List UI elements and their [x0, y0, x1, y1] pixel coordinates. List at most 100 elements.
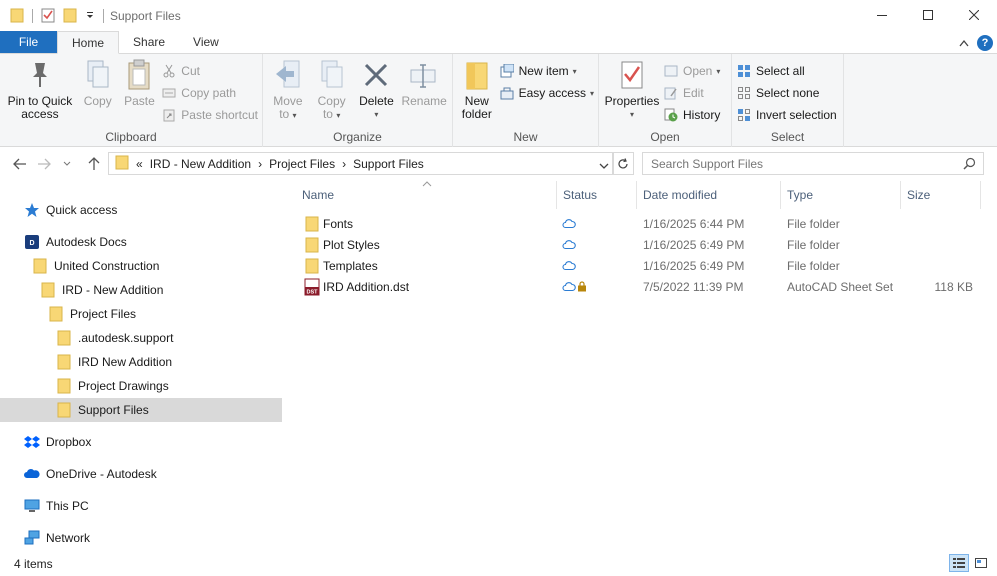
nav-item-onedrive[interactable]: OneDrive - Autodesk: [0, 462, 282, 486]
select-none-label: Select none: [756, 86, 820, 100]
column-divider[interactable]: [980, 181, 981, 209]
dropbox-icon: [24, 434, 40, 450]
back-button[interactable]: [8, 152, 32, 176]
edit-icon: [663, 85, 679, 101]
delete-label: Delete: [359, 94, 394, 108]
scissors-icon: [161, 63, 177, 79]
history-button[interactable]: History: [663, 105, 720, 125]
nav-item-quick-access[interactable]: Quick access: [0, 198, 282, 222]
breadcrumb-separator[interactable]: ›: [258, 157, 262, 171]
tab-share[interactable]: Share: [119, 31, 179, 53]
column-header-type[interactable]: Type: [775, 181, 895, 209]
column-header-size[interactable]: Size: [895, 181, 975, 209]
pc-icon: [24, 498, 40, 514]
open-group-label: Open: [650, 130, 680, 144]
nav-item-autodesk-docs[interactable]: D Autodesk Docs: [0, 230, 282, 254]
clipboard-group-label: Clipboard: [105, 130, 157, 144]
cut-button[interactable]: Cut: [161, 61, 258, 81]
copy-path-icon: [161, 85, 177, 101]
breadcrumb-project-files[interactable]: Project Files: [269, 157, 335, 171]
up-button[interactable]: [82, 152, 106, 176]
overflow-crumb[interactable]: «: [136, 157, 143, 171]
file-row-plot-styles[interactable]: Plot Styles 1/16/2025 6:49 PM File folde…: [290, 234, 990, 255]
close-button[interactable]: [951, 0, 997, 30]
file-row-templates[interactable]: Templates 1/16/2025 6:49 PM File folder: [290, 255, 990, 276]
paste-shortcut-icon: [161, 107, 177, 123]
nav-item-autodesk-support[interactable]: .autodesk.support: [0, 326, 282, 350]
breadcrumb-support-files[interactable]: Support Files: [353, 157, 424, 171]
tab-view[interactable]: View: [179, 31, 233, 53]
tab-home[interactable]: Home: [57, 31, 120, 54]
nav-label: Project Drawings: [78, 379, 169, 393]
edit-button[interactable]: Edit: [663, 83, 720, 103]
breadcrumb-ird-new-addition[interactable]: IRD - New Addition: [150, 157, 251, 171]
nav-label: United Construction: [54, 259, 160, 273]
nav-item-network[interactable]: Network: [0, 526, 282, 550]
column-header-name[interactable]: Name: [290, 181, 556, 209]
select-all-button[interactable]: Select all: [736, 61, 837, 81]
easy-access-button[interactable]: Easy access ▾: [499, 83, 594, 103]
column-header-status[interactable]: Status: [551, 181, 631, 209]
new-item-label: New item: [518, 64, 569, 78]
nav-item-support-files[interactable]: Support Files: [0, 398, 282, 422]
nav-item-this-pc[interactable]: This PC: [0, 494, 282, 518]
new-folder-icon: [461, 58, 493, 92]
select-none-icon: [736, 85, 752, 101]
minimize-button[interactable]: [859, 0, 905, 30]
file-list: Name Status Date modified Type Size Font…: [290, 181, 997, 548]
delete-caret-icon: ▾: [374, 110, 379, 119]
copy-path-button[interactable]: Copy path: [161, 83, 258, 103]
cloud-icon: [562, 255, 576, 276]
paste-shortcut-button[interactable]: Paste shortcut: [161, 105, 258, 125]
new-group: New folder New item ▾ Easy access ▾ New: [453, 54, 599, 147]
forward-button[interactable]: [32, 152, 56, 176]
nav-label: .autodesk.support: [78, 331, 174, 345]
properties-check-icon[interactable]: [41, 7, 55, 26]
breadcrumb-separator[interactable]: ›: [342, 157, 346, 171]
file-size: 118 KB: [934, 279, 973, 294]
file-name[interactable]: Plot Styles: [323, 234, 380, 255]
file-name[interactable]: IRD Addition.dst: [323, 276, 409, 297]
invert-selection-button[interactable]: Invert selection: [736, 105, 837, 125]
item-count: 4 items: [14, 557, 53, 571]
file-row-ird-addition-dst[interactable]: DST IRD Addition.dst 7/5/2022 11:39 PM A…: [290, 276, 990, 297]
address-dropdown-icon[interactable]: [599, 159, 609, 173]
select-none-button[interactable]: Select none: [736, 83, 837, 103]
nav-item-project-files[interactable]: Project Files: [0, 302, 282, 326]
cloud-icon: [562, 234, 576, 255]
properties-caret-icon: ▾: [629, 110, 634, 119]
large-icons-view-button[interactable]: [971, 554, 991, 572]
address-bar[interactable]: « IRD - New Addition › Project Files › S…: [108, 152, 614, 175]
file-name[interactable]: Fonts: [323, 213, 353, 234]
search-icon: [963, 157, 976, 173]
nav-item-ird-new-addition-sub[interactable]: IRD New Addition: [0, 350, 282, 374]
details-view-button[interactable]: [949, 554, 969, 572]
nav-item-united-construction[interactable]: United Construction: [0, 254, 282, 278]
column-header-date-modified[interactable]: Date modified: [631, 181, 775, 209]
open-button[interactable]: Open ▾: [663, 61, 720, 81]
pin-label-2: access: [21, 107, 59, 121]
new-folder-icon[interactable]: [63, 7, 77, 26]
properties-label: Properties: [604, 94, 660, 108]
nav-label: Quick access: [46, 203, 118, 217]
history-label: History: [683, 108, 721, 122]
organize-group: Move to ▾ Copy to ▾ Delete ▾ Rename Orga…: [263, 54, 453, 147]
new-item-button[interactable]: New item ▾: [499, 61, 594, 81]
recent-locations-button[interactable]: [60, 152, 74, 176]
nav-item-project-drawings[interactable]: Project Drawings: [0, 374, 282, 398]
nav-item-ird-new-addition[interactable]: IRD - New Addition: [0, 278, 282, 302]
nav-item-dropbox[interactable]: Dropbox: [0, 430, 282, 454]
expand-ribbon-icon[interactable]: [959, 36, 969, 50]
maximize-button[interactable]: [905, 0, 951, 30]
copy-path-label: Copy path: [181, 86, 236, 100]
search-input[interactable]: Search Support Files: [642, 152, 984, 175]
customize-toolbar-icon[interactable]: [85, 9, 95, 23]
file-row-fonts[interactable]: Fonts 1/16/2025 6:44 PM File folder: [290, 213, 990, 234]
help-icon[interactable]: ?: [977, 35, 993, 51]
tab-file[interactable]: File: [0, 31, 57, 53]
onedrive-icon: [24, 466, 40, 482]
refresh-button[interactable]: [612, 152, 634, 175]
file-name[interactable]: Templates: [323, 255, 378, 276]
search-placeholder: Search Support Files: [651, 156, 764, 171]
nav-label: Project Files: [70, 307, 137, 321]
